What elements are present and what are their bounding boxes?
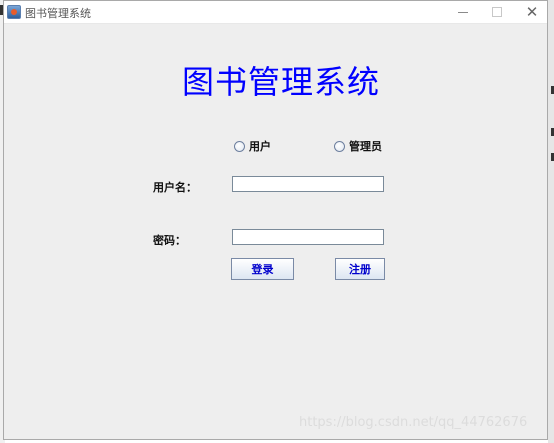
login-button[interactable]: 登录 — [231, 258, 294, 280]
radio-button-icon[interactable] — [334, 140, 345, 152]
radio-button-icon[interactable] — [234, 140, 245, 152]
role-radio-user-label: 用户 — [249, 140, 271, 153]
watermark-text: https://blog.csdn.net/qq_44762676 — [299, 415, 528, 430]
page-title: 图书管理系统 — [182, 63, 381, 101]
username-label: 用户名： — [153, 181, 197, 194]
role-radio-admin-label: 管理员 — [349, 140, 382, 153]
username-field[interactable] — [232, 176, 384, 192]
minimize-button[interactable] — [445, 1, 481, 23]
close-button[interactable]: ✕ — [514, 1, 550, 23]
desktop-background-right — [548, 0, 554, 443]
register-button[interactable]: 注册 — [335, 258, 385, 280]
role-radio-user[interactable]: 用户 — [234, 138, 271, 154]
minimize-icon — [458, 11, 468, 13]
java-app-icon — [7, 5, 21, 19]
role-radio-admin[interactable]: 管理员 — [334, 138, 382, 154]
window-title: 图书管理系统 — [25, 7, 91, 20]
maximize-button[interactable] — [479, 1, 515, 23]
password-field[interactable] — [232, 229, 384, 245]
maximize-icon — [492, 7, 502, 17]
password-label: 密码： — [153, 234, 186, 247]
title-bar[interactable]: 图书管理系统 ✕ — [4, 1, 547, 24]
app-window: 图书管理系统 ✕ 图书管理系统 用户 管理员 用户名： 密码： 登录 注册 ht… — [3, 0, 548, 440]
close-icon: ✕ — [525, 2, 539, 21]
